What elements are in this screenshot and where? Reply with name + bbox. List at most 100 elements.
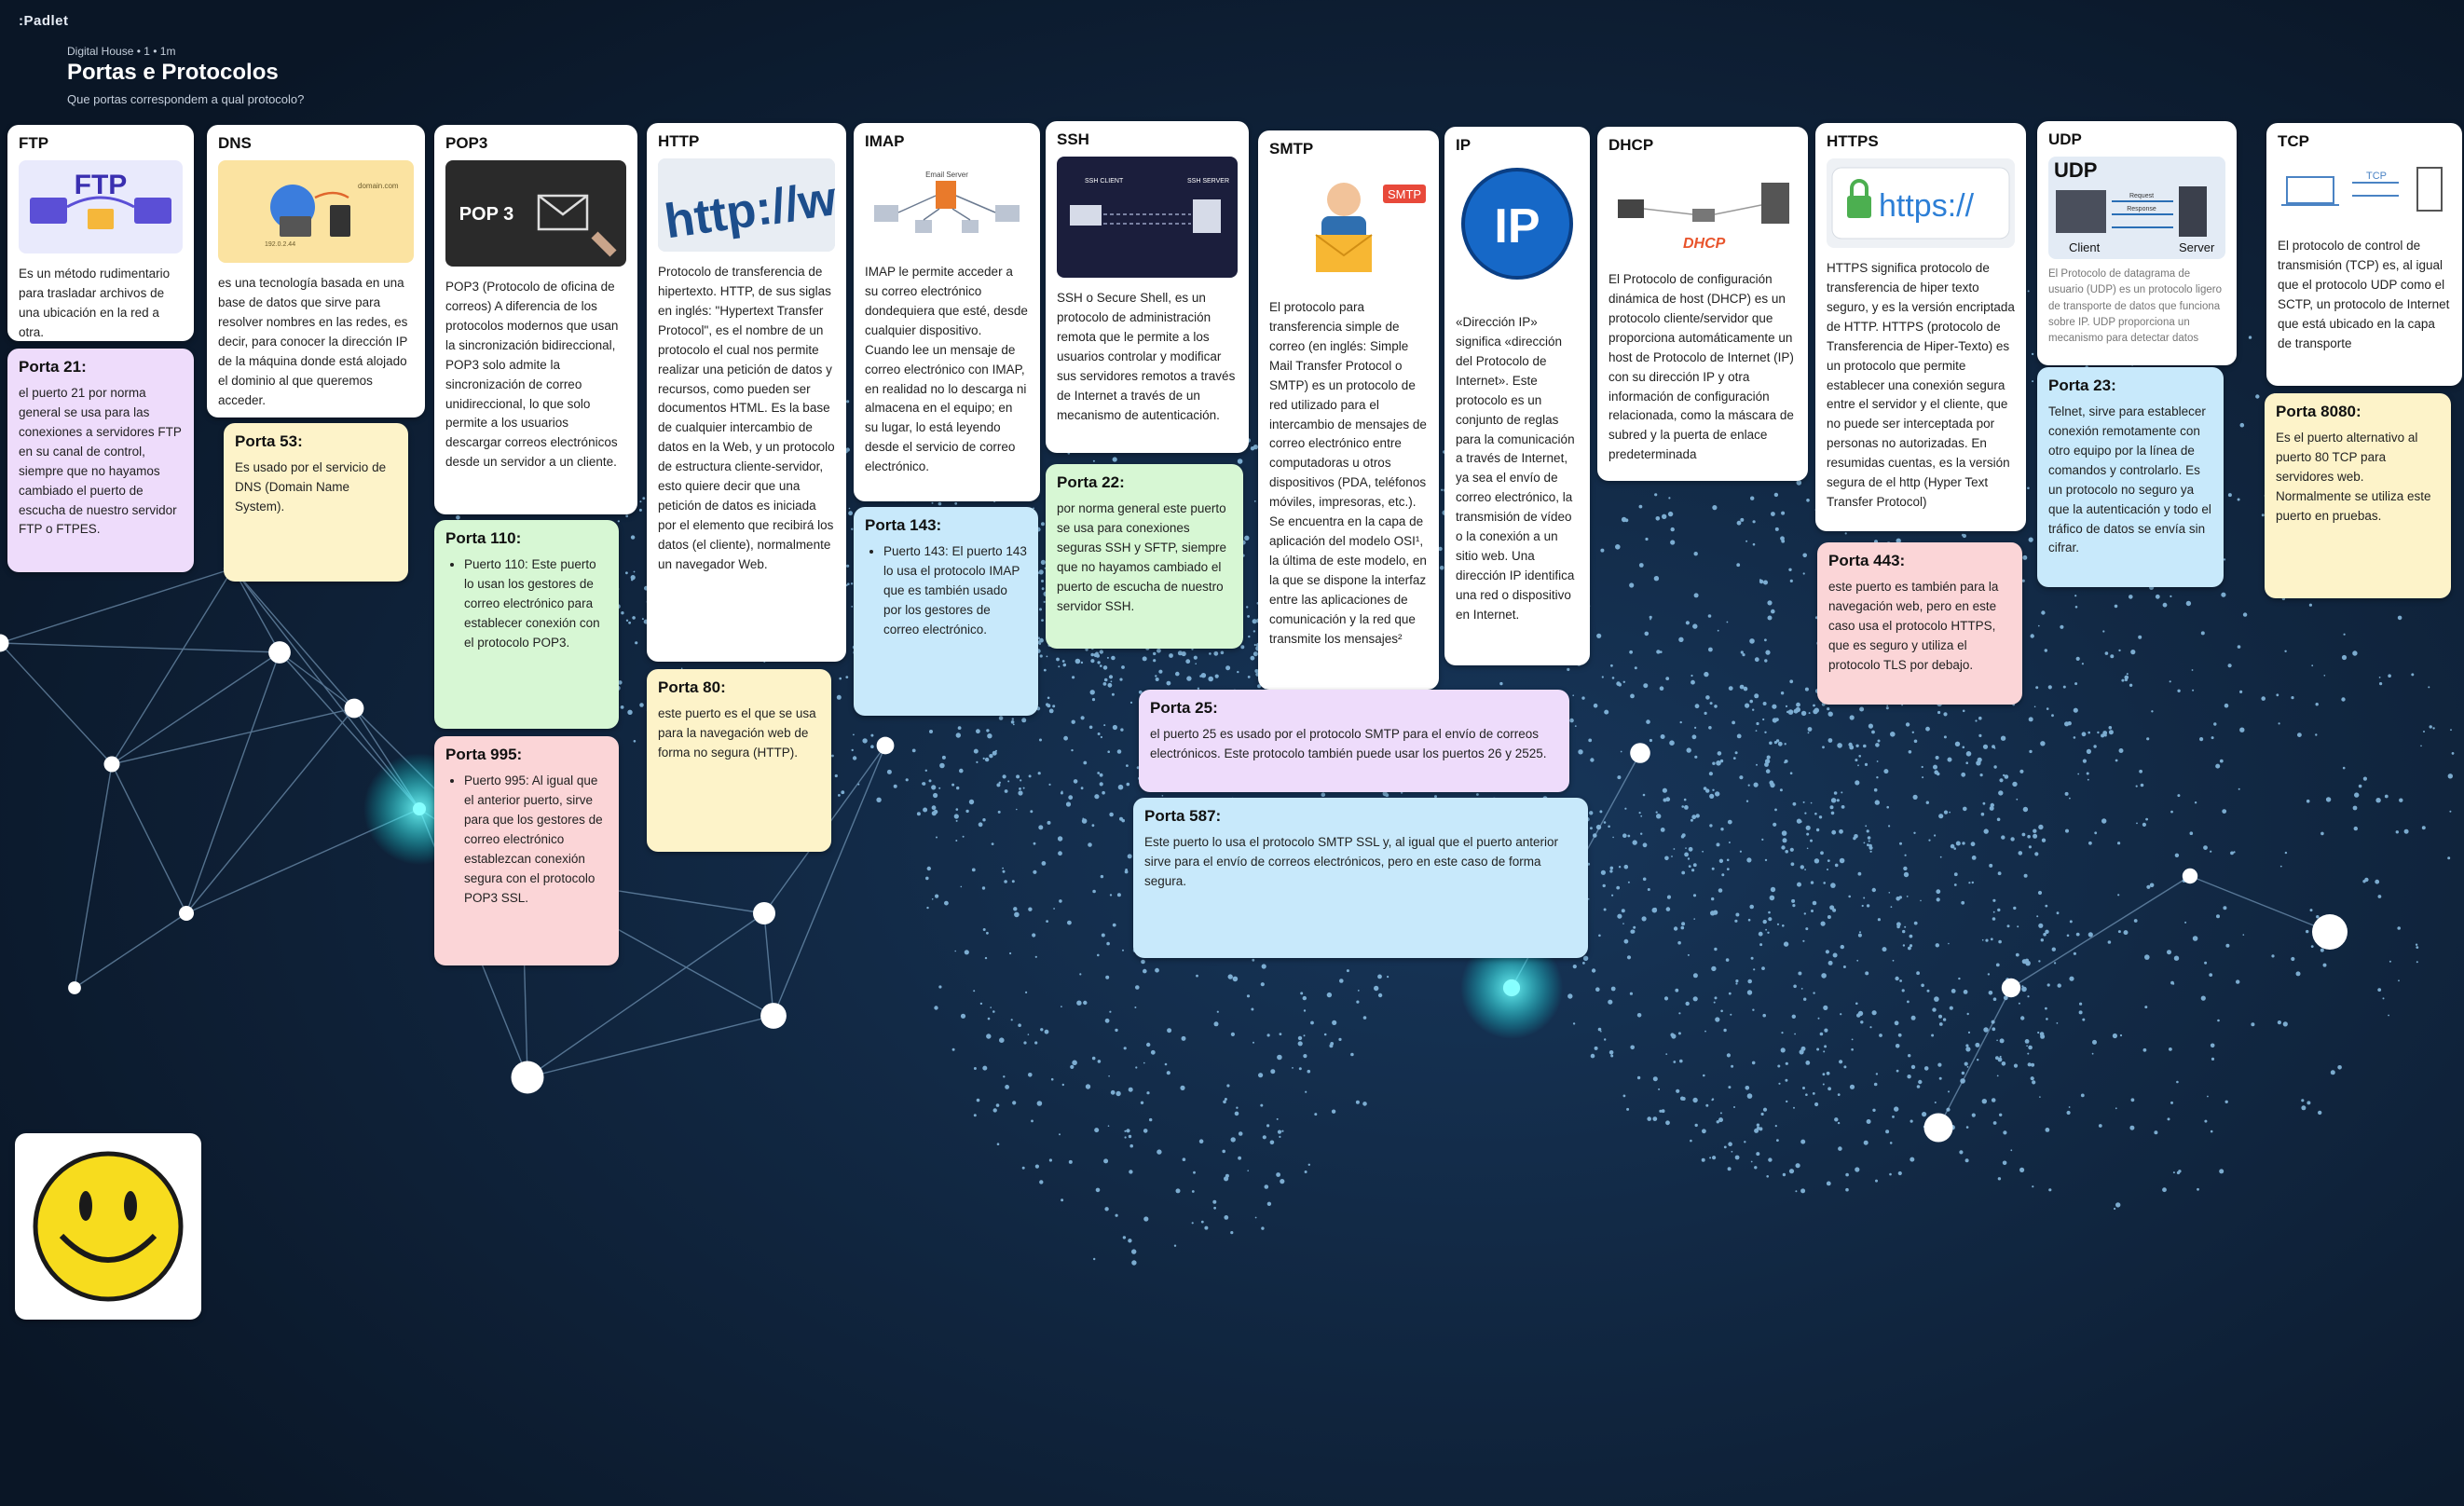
map-dot: [1598, 934, 1601, 938]
map-dot: [1818, 815, 1823, 819]
map-dot: [1827, 1087, 1831, 1091]
map-dot: [1021, 1166, 1025, 1170]
padlet-logo[interactable]: :Padlet: [19, 13, 69, 29]
map-dot: [1752, 542, 1756, 546]
post-ftp[interactable]: FTP FTP Es un método rudimentario para t…: [7, 125, 194, 341]
map-dot: [1116, 1090, 1121, 1097]
map-dot: [2006, 924, 2010, 928]
post-port-443[interactable]: Porta 443: este puerto es también para l…: [1817, 542, 2022, 705]
map-dot: [2073, 707, 2078, 713]
post-port-995[interactable]: Porta 995: Puerto 995: Al igual que el a…: [434, 736, 619, 965]
map-dot: [1714, 705, 1718, 708]
map-dot: [1855, 744, 1859, 747]
map-dot: [1866, 904, 1870, 908]
map-dot: [2423, 731, 2425, 732]
map-dot: [2057, 983, 2061, 988]
map-dot: [1304, 1171, 1307, 1173]
map-dot: [2377, 895, 2382, 898]
map-dot: [1091, 698, 1096, 702]
map-dot: [1374, 985, 1379, 992]
map-dot: [2045, 1128, 2050, 1132]
map-dot: [1849, 1084, 1855, 1089]
map-dot: [1240, 645, 1245, 650]
post-imap[interactable]: IMAP Email Server IMAP le permite accede…: [854, 123, 1040, 501]
post-https[interactable]: HTTPS https:// HTTPS significa protocolo…: [1815, 123, 2026, 531]
map-dot: [1063, 735, 1068, 741]
post-port-23[interactable]: Porta 23: Telnet, sirve para establecer …: [2037, 367, 2224, 587]
port-body: Este puerto lo usa el protocolo SMTP SSL…: [1144, 835, 1559, 888]
map-dot: [1694, 726, 1697, 730]
map-dot: [1728, 992, 1732, 995]
post-tcp[interactable]: TCP TCP El protocolo de control de trans…: [2266, 123, 2462, 386]
port-title: Porta 21:: [19, 358, 87, 376]
map-dot: [995, 749, 997, 752]
map-dot: [1065, 801, 1072, 807]
map-dot: [1844, 532, 1847, 535]
map-dot: [1794, 1033, 1796, 1035]
post-port-21[interactable]: Porta 21: el puerto 21 por norma general…: [7, 349, 194, 572]
post-port-8080[interactable]: Porta 8080: Es el puerto alternativo al …: [2265, 393, 2451, 598]
map-dot: [2088, 932, 2093, 938]
smiley-post[interactable]: [15, 1133, 201, 1320]
map-dot: [1778, 1082, 1781, 1085]
post-ip[interactable]: IP IP «Dirección IP» significa «direcció…: [1444, 127, 1590, 665]
post-pop3[interactable]: POP3 POP 3 POP3 (Protocolo de oficina de…: [434, 125, 637, 514]
map-dot: [1982, 744, 1989, 749]
post-udp[interactable]: UDP UDP Request Response Client Server E…: [2037, 121, 2237, 365]
map-dot: [1671, 856, 1673, 857]
map-dot: [2087, 778, 2089, 781]
map-dot: [2310, 945, 2314, 948]
map-dot: [1675, 988, 1679, 993]
map-dot: [1925, 801, 1929, 804]
post-port-80[interactable]: Porta 80: este puerto es el que se usa p…: [647, 669, 831, 852]
map-dot: [2013, 1063, 2019, 1068]
map-dot: [2222, 809, 2227, 814]
map-dot: [1786, 1100, 1788, 1103]
map-dot: [1627, 881, 1630, 883]
map-dot: [1733, 1106, 1735, 1108]
post-port-110[interactable]: Porta 110: Puerto 110: Este puerto lo us…: [434, 520, 619, 729]
map-dot: [1796, 702, 1800, 707]
map-dot: [1866, 829, 1869, 833]
map-dot: [1122, 1236, 1127, 1239]
post-smtp[interactable]: SMTP SMTP El protocolo para transferenci…: [1258, 130, 1439, 690]
post-http[interactable]: HTTP http://ww Protocolo de transferenci…: [647, 123, 846, 662]
map-dot: [1246, 536, 1249, 539]
map-dot: [2130, 650, 2136, 655]
map-dot: [1932, 1007, 1937, 1012]
map-dot: [1856, 959, 1859, 962]
post-port-587[interactable]: Porta 587: Este puerto lo usa el protoco…: [1133, 798, 1588, 958]
map-dot: [1805, 1061, 1811, 1065]
post-dns[interactable]: DNS domain.com 192.0.2.44 es una tecnolo…: [207, 125, 425, 418]
map-dot: [2203, 845, 2208, 850]
post-port-25[interactable]: Porta 25: el puerto 25 es usado por el p…: [1139, 690, 1569, 792]
map-dot: [1830, 883, 1836, 888]
map-dot: [1652, 1116, 1658, 1121]
map-dot: [2074, 606, 2078, 609]
map-dot: [1769, 780, 1774, 786]
map-dot: [2215, 763, 2221, 769]
map-dot: [1692, 996, 1698, 1002]
map-dot: [1754, 1166, 1758, 1170]
post-dhcp[interactable]: DHCP DHCP El Protocolo de configuración …: [1597, 127, 1808, 481]
post-ssh[interactable]: SSH SSH CLIENT SSH SERVER SSH o Secure S…: [1046, 121, 1249, 453]
map-dot: [1938, 1022, 1943, 1026]
map-dot: [1913, 739, 1918, 744]
map-dot: [1692, 623, 1698, 629]
map-dot: [1253, 500, 1256, 502]
map-dot: [1122, 949, 1124, 952]
map-dot: [1981, 1099, 1987, 1104]
post-port-22[interactable]: Porta 22: por norma general este puerto …: [1046, 464, 1243, 649]
map-dot: [1938, 814, 1944, 819]
map-dot: [2129, 683, 2133, 687]
post-port-143[interactable]: Porta 143: Puerto 143: El puerto 143 lo …: [854, 507, 1038, 716]
map-dot: [1764, 638, 1767, 642]
map-dot: [1936, 889, 1941, 895]
map-dot: [2211, 736, 2214, 740]
post-port-53[interactable]: Porta 53: Es usado por el servicio de DN…: [224, 423, 408, 582]
port-title: Porta 8080:: [2276, 403, 2361, 420]
port-title: Porta 22:: [1057, 473, 1125, 491]
map-dot: [1768, 1157, 1773, 1162]
map-dot: [1626, 955, 1632, 960]
map-dot: [1226, 1084, 1230, 1088]
